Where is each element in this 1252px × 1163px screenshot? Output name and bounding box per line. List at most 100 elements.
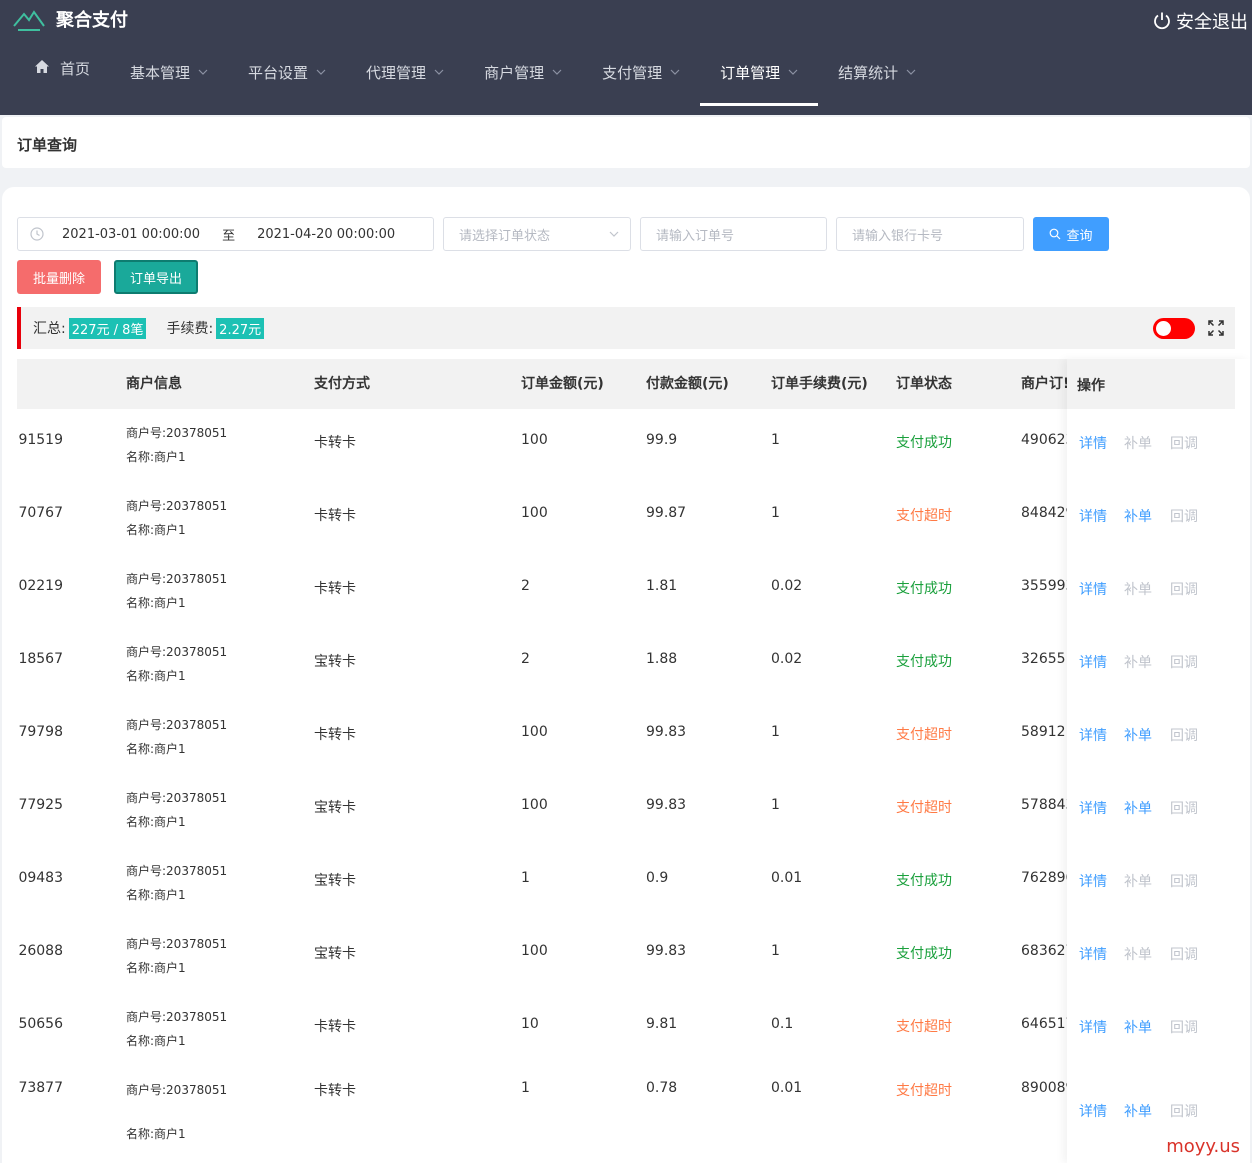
- nav-payment-management[interactable]: 支付管理: [582, 56, 700, 104]
- bank-card-input[interactable]: 请输入银行卡号: [836, 217, 1024, 251]
- search-button[interactable]: 查询: [1033, 217, 1109, 251]
- merchant-number: 商户号:20378051: [126, 499, 228, 513]
- nav-merchant-management[interactable]: 商户管理: [464, 56, 582, 104]
- supplement-link[interactable]: 补单: [1124, 652, 1152, 672]
- detail-link[interactable]: 详情: [1079, 506, 1107, 526]
- detail-link[interactable]: 详情: [1079, 871, 1107, 891]
- callback-link[interactable]: 回调: [1170, 506, 1198, 526]
- logout-label: 安全退出: [1176, 12, 1248, 33]
- supplement-link[interactable]: 补单: [1124, 1101, 1152, 1121]
- cell-fee: 0.02: [771, 578, 803, 594]
- table-row: 70767 卡转卡 100 99.87 1 支付超时 848429 商户号:20378051 名…: [17, 482, 1235, 555]
- callback-link[interactable]: 回调: [1170, 798, 1198, 818]
- cell-order-amount: 100: [521, 797, 548, 813]
- app-logo[interactable]: 聚合支付: [12, 6, 128, 32]
- cell-status: 支付超时: [896, 1019, 952, 1035]
- date-range-picker[interactable]: 2021-03-01 00:00:00 至 2021-04-20 00:00:0…: [17, 217, 434, 251]
- supplement-link[interactable]: 补单: [1124, 725, 1152, 745]
- nav-agent-management[interactable]: 代理管理: [346, 56, 464, 104]
- callback-link[interactable]: 回调: [1170, 725, 1198, 745]
- cell-paid-amount: 1.88: [646, 651, 678, 667]
- merchant-number: 商户号:20378051: [126, 791, 228, 805]
- toggle-switch[interactable]: [1153, 318, 1195, 339]
- th-order-amount: 订单金额(元): [521, 376, 604, 392]
- merchant-name: 名称:商户1: [126, 888, 186, 902]
- cell-order-tail: 02219: [18, 578, 63, 594]
- callback-link[interactable]: 回调: [1170, 652, 1198, 672]
- end-date[interactable]: 2021-04-20 00:00:00: [257, 227, 395, 242]
- detail-link[interactable]: 详情: [1079, 1101, 1107, 1121]
- cell-status: 支付超时: [896, 508, 952, 524]
- order-status-select[interactable]: 请选择订单状态: [443, 217, 631, 251]
- start-date[interactable]: 2021-03-01 00:00:00: [62, 227, 200, 242]
- nav-home[interactable]: 首页: [12, 52, 110, 100]
- merchant-number: 商户号:20378051: [126, 1083, 228, 1097]
- cell-order-amount: 100: [521, 505, 548, 521]
- supplement-link[interactable]: 补单: [1124, 798, 1152, 818]
- cell-fee: 1: [771, 943, 780, 959]
- merchant-number: 商户号:20378051: [126, 718, 228, 732]
- supplement-link[interactable]: 补单: [1124, 1017, 1152, 1037]
- merchant-name: 名称:商户1: [126, 596, 186, 610]
- merchant-info: 商户号:20378051 名称:商户1: [126, 786, 227, 834]
- ops-header: 操作: [1067, 359, 1235, 409]
- cell-order-tail: 70767: [18, 505, 63, 521]
- batch-delete-button[interactable]: 批量删除: [17, 260, 101, 294]
- chevron-down-icon: [609, 231, 619, 237]
- cell-order-tail: 77925: [18, 797, 63, 813]
- table-row: 18567 宝转卡 2 1.88 0.02 支付成功 326551 商户号:20378051 名…: [17, 628, 1235, 701]
- merchant-info: 商户号:20378051 名称:商户1: [126, 859, 227, 907]
- cell-pay-method: 宝转卡: [314, 946, 356, 962]
- callback-link[interactable]: 回调: [1170, 433, 1198, 453]
- detail-link[interactable]: 详情: [1079, 579, 1107, 599]
- supplement-link[interactable]: 补单: [1124, 579, 1152, 599]
- callback-link[interactable]: 回调: [1170, 1101, 1198, 1121]
- cell-fee: 1: [771, 432, 780, 448]
- mountain-logo-icon: [13, 10, 45, 31]
- detail-link[interactable]: 详情: [1079, 725, 1107, 745]
- supplement-link[interactable]: 补单: [1124, 944, 1152, 964]
- cell-order-amount: 10: [521, 1016, 539, 1032]
- cell-order-amount: 100: [521, 432, 548, 448]
- nav-label: 代理管理: [366, 64, 427, 82]
- order-number-input[interactable]: 请输入订单号: [640, 217, 827, 251]
- merchant-info: 商户号:20378051 名称:商户1: [126, 567, 227, 615]
- supplement-link[interactable]: 补单: [1124, 506, 1152, 526]
- callback-link[interactable]: 回调: [1170, 1017, 1198, 1037]
- detail-link[interactable]: 详情: [1079, 652, 1107, 672]
- nav-settlement-stats[interactable]: 结算统计: [818, 56, 936, 104]
- detail-link[interactable]: 详情: [1079, 433, 1107, 453]
- merchant-info: 商户号:20378051 名称:商户1: [126, 640, 227, 688]
- table-row: 02219 卡转卡 2 1.81 0.02 支付成功 355993 商户号:20378051 名…: [17, 555, 1235, 628]
- export-orders-button[interactable]: 订单导出: [114, 260, 198, 294]
- merchant-number: 商户号:20378051: [126, 645, 228, 659]
- cell-status: 支付超时: [896, 800, 952, 816]
- nav-label: 商户管理: [484, 64, 545, 82]
- supplement-link[interactable]: 补单: [1124, 433, 1152, 453]
- merchant-number: 商户号:20378051: [126, 426, 228, 440]
- table-row: 79798 卡转卡 100 99.83 1 支付超时 589121 商户号:20378051 名…: [17, 701, 1235, 774]
- callback-link[interactable]: 回调: [1170, 871, 1198, 891]
- chevron-down-icon: [316, 69, 326, 75]
- callback-link[interactable]: 回调: [1170, 944, 1198, 964]
- range-separator: 至: [222, 228, 236, 244]
- home-icon: [35, 60, 49, 73]
- supplement-link[interactable]: 补单: [1124, 871, 1152, 891]
- cell-fee: 0.01: [771, 1080, 803, 1096]
- cell-status: 支付成功: [896, 873, 952, 889]
- detail-link[interactable]: 详情: [1079, 798, 1107, 818]
- cell-fee: 1: [771, 797, 780, 813]
- cell-order-amount: 2: [521, 578, 530, 594]
- nav-order-management[interactable]: 订单管理: [700, 56, 819, 106]
- cell-status: 支付超时: [896, 727, 952, 743]
- detail-link[interactable]: 详情: [1079, 944, 1107, 964]
- fullscreen-icon[interactable]: [1207, 319, 1225, 337]
- nav-platform-settings[interactable]: 平台设置: [228, 56, 346, 104]
- cell-order-tail: 73877: [18, 1080, 63, 1096]
- chevron-down-icon: [906, 69, 916, 75]
- callback-link[interactable]: 回调: [1170, 579, 1198, 599]
- fee-badge: 2.27元: [216, 317, 265, 339]
- detail-link[interactable]: 详情: [1079, 1017, 1107, 1037]
- nav-basic-management[interactable]: 基本管理: [110, 56, 228, 104]
- logout-button[interactable]: 安全退出: [1152, 8, 1248, 34]
